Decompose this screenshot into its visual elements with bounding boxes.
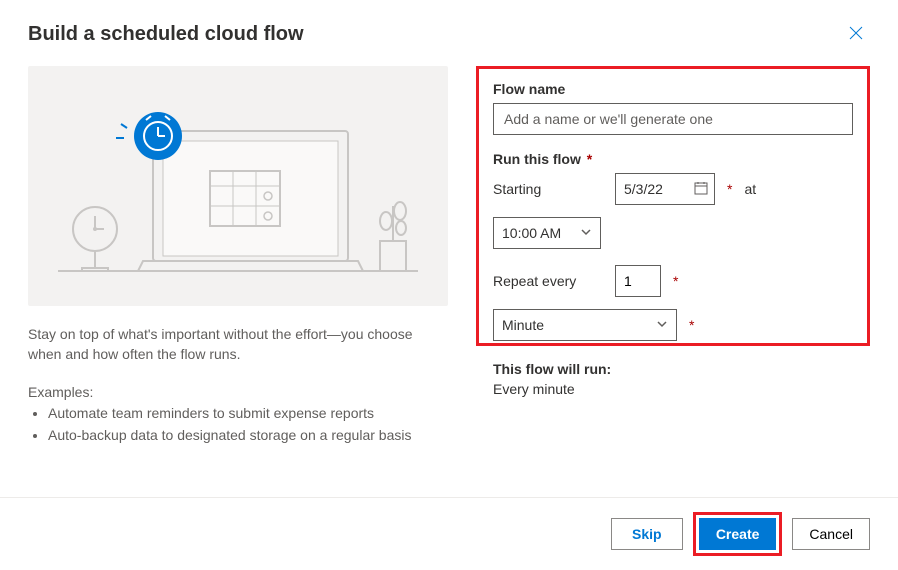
dialog-footer: Skip Create Cancel: [0, 497, 898, 570]
repeat-every-label: Repeat every: [493, 273, 603, 289]
chevron-down-icon: [580, 225, 592, 241]
unit-value: Minute: [502, 317, 544, 333]
calendar-icon: [694, 181, 708, 198]
flow-name-input[interactable]: [493, 103, 853, 135]
summary-label: This flow will run:: [493, 361, 853, 377]
summary-text: Every minute: [493, 381, 853, 397]
example-item: Automate team reminders to submit expens…: [48, 402, 448, 424]
examples-list: Automate team reminders to submit expens…: [28, 402, 448, 446]
at-label: at: [744, 181, 756, 197]
form-panel: Flow name Run this flow * Starting 5/3/2…: [476, 66, 870, 346]
repeat-count-input[interactable]: [615, 265, 661, 297]
skip-button[interactable]: Skip: [611, 518, 683, 550]
create-button[interactable]: Create: [699, 518, 777, 550]
repeat-unit-select[interactable]: Minute: [493, 309, 677, 341]
illustration: [28, 66, 448, 306]
run-this-flow-label: Run this flow *: [493, 151, 853, 167]
required-marker: *: [689, 317, 694, 333]
close-button[interactable]: [842, 20, 870, 48]
close-icon: [848, 25, 864, 44]
date-value: 5/3/22: [624, 181, 663, 197]
starting-time-input[interactable]: 10:00 AM: [493, 217, 601, 249]
cancel-button[interactable]: Cancel: [792, 518, 870, 550]
time-value: 10:00 AM: [502, 225, 561, 241]
required-marker: *: [727, 181, 732, 197]
dialog-title: Build a scheduled cloud flow: [28, 23, 304, 46]
example-item: Auto-backup data to designated storage o…: [48, 424, 448, 446]
flow-name-label: Flow name: [493, 81, 853, 97]
chevron-down-icon: [656, 317, 668, 333]
starting-date-input[interactable]: 5/3/22: [615, 173, 715, 205]
required-marker: *: [673, 273, 678, 289]
description-text: Stay on top of what's important without …: [28, 324, 448, 364]
create-highlight: Create: [693, 512, 783, 556]
starting-label: Starting: [493, 181, 603, 197]
examples-heading: Examples:: [28, 384, 448, 400]
